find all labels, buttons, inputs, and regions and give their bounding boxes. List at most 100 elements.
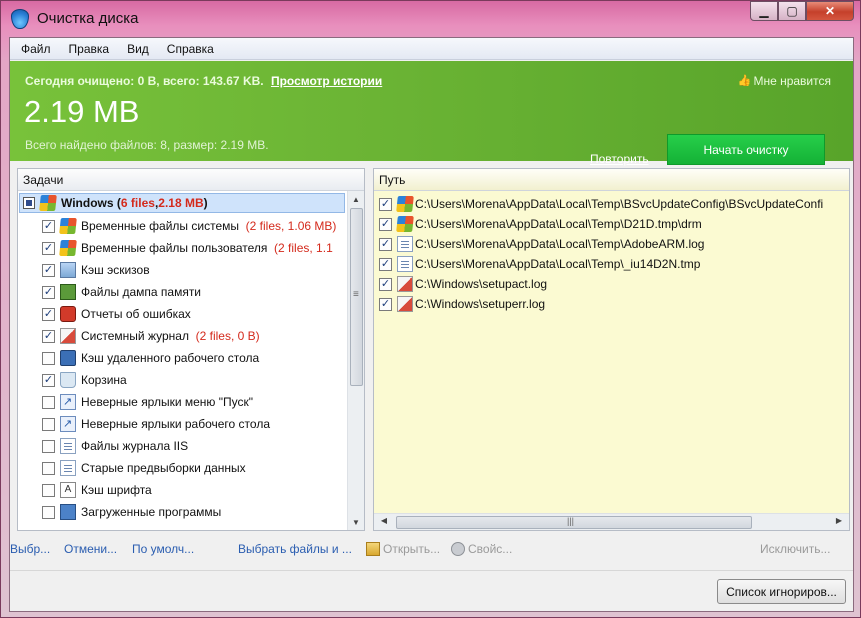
- tasks-header: Задачи: [18, 169, 364, 191]
- root-size: 2.18 MB: [158, 196, 204, 210]
- task-item[interactable]: Старые предвыборки данных: [42, 457, 246, 479]
- task-item[interactable]: Кэш удаленного рабочего стола: [42, 347, 259, 369]
- maximize-button[interactable]: ▢: [778, 1, 806, 21]
- menu-view[interactable]: Вид: [118, 42, 158, 56]
- scroll-left-icon[interactable]: ◀: [378, 516, 390, 525]
- file-path: C:\Users\Morena\AppData\Local\Temp\D21D.…: [415, 217, 702, 231]
- file-row[interactable]: ✓ C:\Windows\setuperr.log: [379, 294, 545, 314]
- task-checkbox[interactable]: ✓: [42, 329, 55, 343]
- file-row[interactable]: ✓ C:\Users\Morena\AppData\Local\Temp\_iu1…: [379, 254, 700, 274]
- task-label: Временные файлы системы: [81, 219, 239, 233]
- open-label: Открыть...: [383, 542, 441, 556]
- task-item[interactable]: Файлы журнала IIS: [42, 435, 188, 457]
- horizontal-scroll-thumb[interactable]: [396, 516, 752, 529]
- choose-files-link[interactable]: Выбрать файлы и ...: [238, 542, 352, 556]
- tasks-vertical-scrollbar[interactable]: ▲ ▼: [347, 191, 364, 530]
- menu-file[interactable]: Файл: [12, 42, 60, 56]
- open-action[interactable]: Открыть...: [366, 542, 440, 556]
- task-checkbox[interactable]: [42, 351, 55, 365]
- task-label: Файлы дампа памяти: [81, 285, 202, 299]
- task-checkbox[interactable]: [42, 461, 55, 475]
- scroll-thumb[interactable]: [350, 208, 363, 386]
- root-checkbox[interactable]: [23, 197, 35, 209]
- document-icon: [60, 460, 76, 476]
- tree-root-windows[interactable]: Windows ( 6 files , 2.18 MB ): [19, 193, 345, 213]
- file-checkbox[interactable]: ✓: [379, 257, 392, 271]
- scroll-right-icon[interactable]: ▶: [833, 516, 845, 525]
- file-checkbox[interactable]: ✓: [379, 277, 392, 291]
- task-checkbox[interactable]: ✓: [42, 241, 55, 255]
- task-label: Кэш шрифта: [81, 483, 152, 497]
- task-checkbox[interactable]: [42, 483, 55, 497]
- task-label: Корзина: [81, 373, 127, 387]
- ignore-list-button[interactable]: Список игнориров...: [717, 579, 846, 604]
- today-cleaned-text: Сегодня очищено: 0 B, всего: 143.67 KB. …: [25, 74, 382, 88]
- task-item[interactable]: ✓ Системный журнал (2 files, 0 B): [42, 325, 260, 347]
- repeat-link[interactable]: Повторить: [590, 152, 649, 166]
- task-checkbox[interactable]: [42, 395, 55, 409]
- today-stats: Сегодня очищено: 0 B, всего: 143.67 KB.: [25, 74, 264, 88]
- task-checkbox[interactable]: [42, 417, 55, 431]
- properties-action[interactable]: Свойс...: [451, 542, 512, 556]
- menu-edit[interactable]: Правка: [60, 42, 119, 56]
- task-item[interactable]: ✓ Файлы дампа памяти: [42, 281, 201, 303]
- menu-bar: Файл Правка Вид Справка: [10, 38, 853, 60]
- file-row[interactable]: ✓ C:\Users\Morena\AppData\Local\Temp\D21D…: [379, 214, 702, 234]
- task-item[interactable]: ✓ Корзина: [42, 369, 127, 391]
- file-checkbox[interactable]: ✓: [379, 217, 392, 231]
- file-checkbox[interactable]: ✓: [379, 237, 392, 251]
- task-item[interactable]: Загруженные программы: [42, 501, 221, 523]
- windows-icon: [396, 216, 414, 232]
- task-info: (2 files, 0 B): [195, 329, 260, 343]
- task-checkbox[interactable]: ✓: [42, 373, 55, 387]
- client-area: Файл Правка Вид Справка Сегодня очищено:…: [9, 37, 854, 612]
- document-icon: [397, 256, 413, 272]
- select-link[interactable]: Выбр...: [10, 542, 50, 556]
- file-row[interactable]: ✓ C:\Windows\setupact.log: [379, 274, 547, 294]
- task-item[interactable]: ✓ Кэш эскизов: [42, 259, 150, 281]
- file-row[interactable]: ✓ C:\Users\Morena\AppData\Local\Temp\Adob…: [379, 234, 704, 254]
- like-button[interactable]: 👍 Мне нравится: [737, 74, 831, 88]
- task-checkbox[interactable]: ✓: [42, 285, 55, 299]
- task-item[interactable]: ✓ Временные файлы системы (2 files, 1.06 …: [42, 215, 336, 237]
- file-path: C:\Users\Morena\AppData\Local\Temp\_iu14…: [415, 257, 701, 271]
- default-link[interactable]: По умолч...: [132, 542, 194, 556]
- task-label: Системный журнал: [81, 329, 189, 343]
- windows-icon: [59, 218, 77, 234]
- task-label: Кэш удаленного рабочего стола: [81, 351, 260, 365]
- task-item[interactable]: ✓ Отчеты об ошибках: [42, 303, 191, 325]
- history-link[interactable]: Просмотр истории: [271, 74, 382, 88]
- file-checkbox[interactable]: ✓: [379, 297, 392, 311]
- found-files-text: Всего найдено файлов: 8, размер: 2.19 MB…: [25, 138, 269, 152]
- scroll-down-icon[interactable]: ▼: [348, 514, 364, 530]
- file-row[interactable]: ✓ C:\Users\Morena\AppData\Local\Temp\BSvc…: [379, 194, 823, 214]
- task-label: Неверные ярлыки рабочего стола: [81, 417, 270, 431]
- exclude-action[interactable]: Исключить...: [760, 542, 830, 556]
- minimize-button[interactable]: ▁: [750, 1, 778, 21]
- task-checkbox[interactable]: [42, 439, 55, 453]
- task-item[interactable]: ✓ Временные файлы пользователя (2 files, …: [42, 237, 333, 259]
- cancel-link[interactable]: Отмени...: [64, 542, 117, 556]
- tasks-pane: Задачи Windows ( 6 files , 2.18 MB ) ✓ Вр…: [17, 168, 365, 531]
- window-controls: ▁ ▢ ✕: [750, 1, 854, 21]
- task-checkbox[interactable]: ✓: [42, 219, 55, 233]
- task-item[interactable]: A Кэш шрифта: [42, 479, 152, 501]
- scroll-up-icon[interactable]: ▲: [348, 191, 364, 207]
- start-cleanup-button[interactable]: Начать очистку: [667, 134, 825, 165]
- task-item[interactable]: Неверные ярлыки меню "Пуск": [42, 391, 253, 413]
- like-label: Мне нравится: [753, 74, 831, 88]
- task-checkbox[interactable]: [42, 505, 55, 519]
- windows-icon: [59, 240, 77, 256]
- task-checkbox[interactable]: ✓: [42, 307, 55, 321]
- recycle-bin-icon: [60, 372, 76, 388]
- task-checkbox[interactable]: ✓: [42, 263, 55, 277]
- thumbs-up-icon: 👍: [737, 74, 752, 87]
- menu-help[interactable]: Справка: [158, 42, 223, 56]
- file-checkbox[interactable]: ✓: [379, 197, 392, 211]
- file-path: C:\Users\Morena\AppData\Local\Temp\BSvcU…: [415, 197, 824, 211]
- title-bar[interactable]: Очистка диска ▁ ▢ ✕: [1, 1, 860, 37]
- task-label: Временные файлы пользователя: [81, 241, 268, 255]
- paths-horizontal-scrollbar[interactable]: ◀ ▶: [374, 513, 849, 530]
- task-item[interactable]: Неверные ярлыки рабочего стола: [42, 413, 270, 435]
- close-button[interactable]: ✕: [806, 1, 854, 21]
